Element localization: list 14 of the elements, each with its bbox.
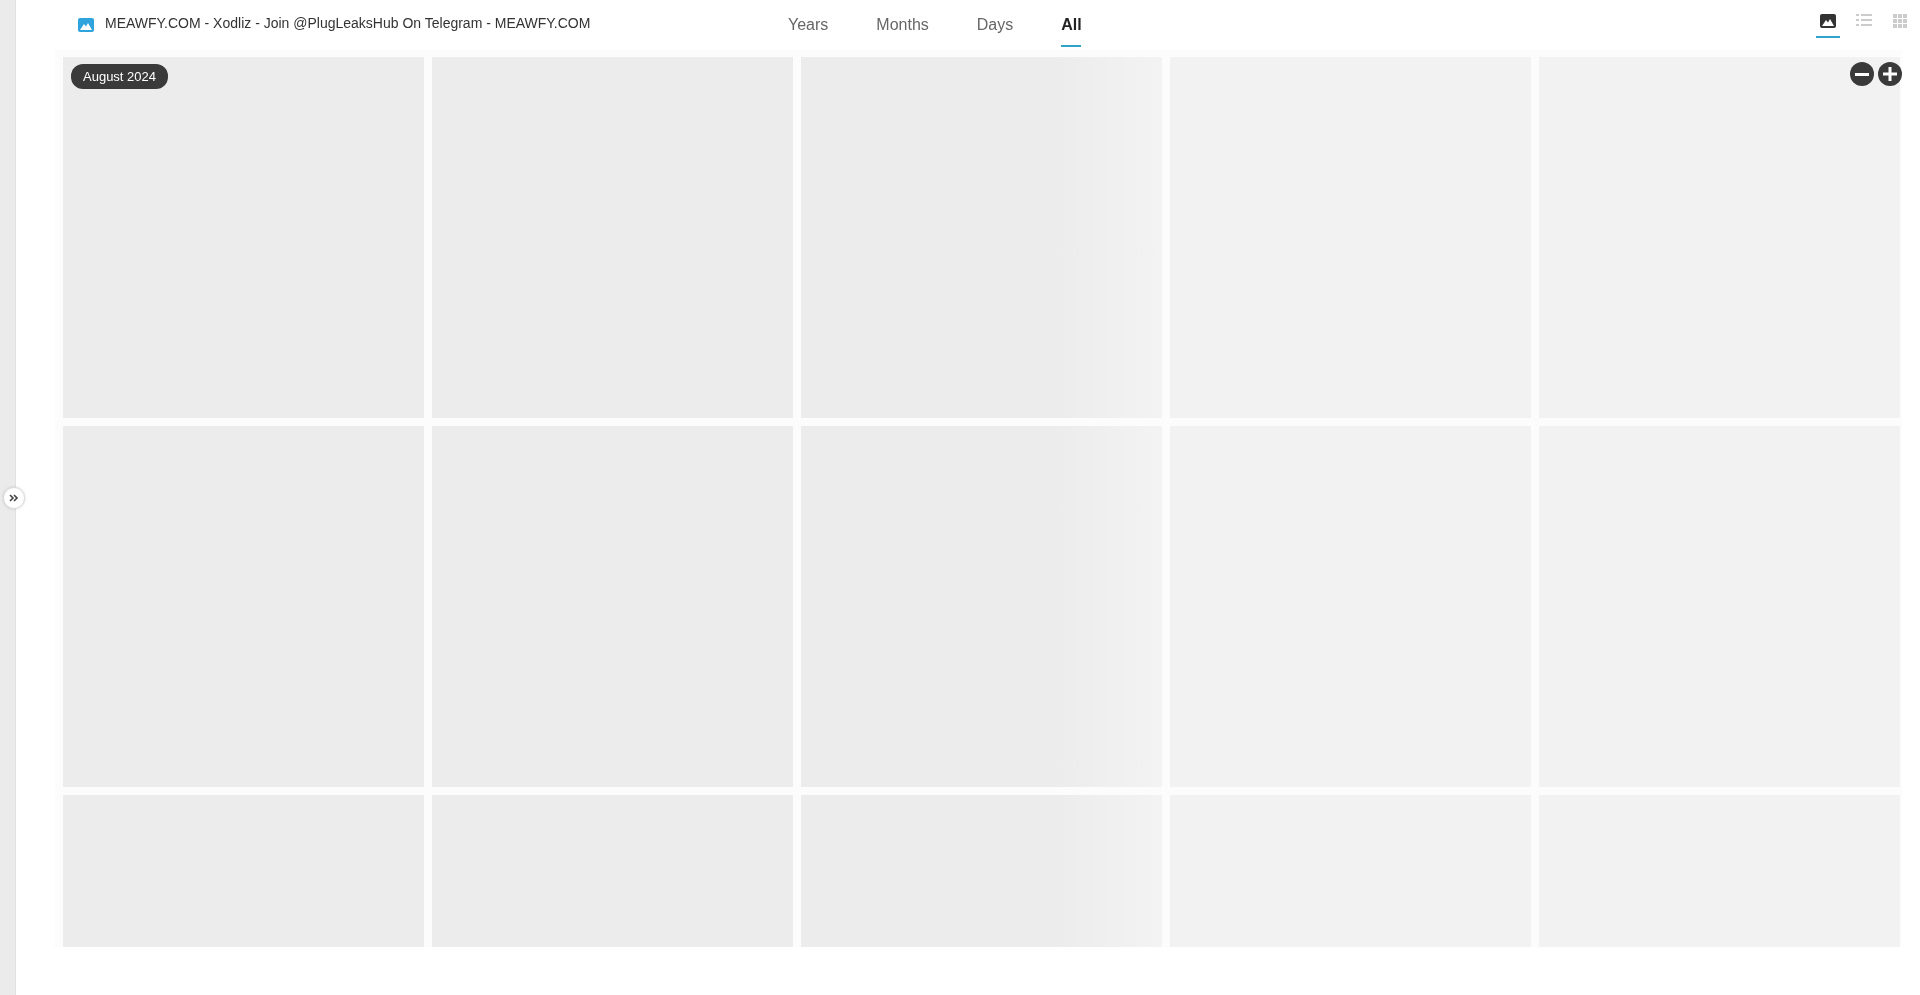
date-label: August 2024 [71, 64, 168, 89]
tab[interactable]: All [1037, 0, 1106, 50]
album-title: MEAWFY.COM - Xodliz - Join @PlugLeaksHub On Telegram - MEAWFY.COM [105, 15, 591, 31]
plus-icon [1883, 67, 1897, 81]
double-chevron-icon [9, 494, 19, 502]
image-icon [1820, 14, 1836, 28]
minus-icon [1855, 72, 1869, 76]
tab[interactable]: Months [852, 0, 953, 50]
tab[interactable]: Days [952, 0, 1038, 50]
image-icon [78, 18, 94, 32]
tab[interactable]: Years [764, 0, 853, 50]
grid-icon [1893, 14, 1907, 28]
list-icon [1856, 14, 1872, 26]
expand-sidebar-button[interactable] [3, 487, 25, 509]
